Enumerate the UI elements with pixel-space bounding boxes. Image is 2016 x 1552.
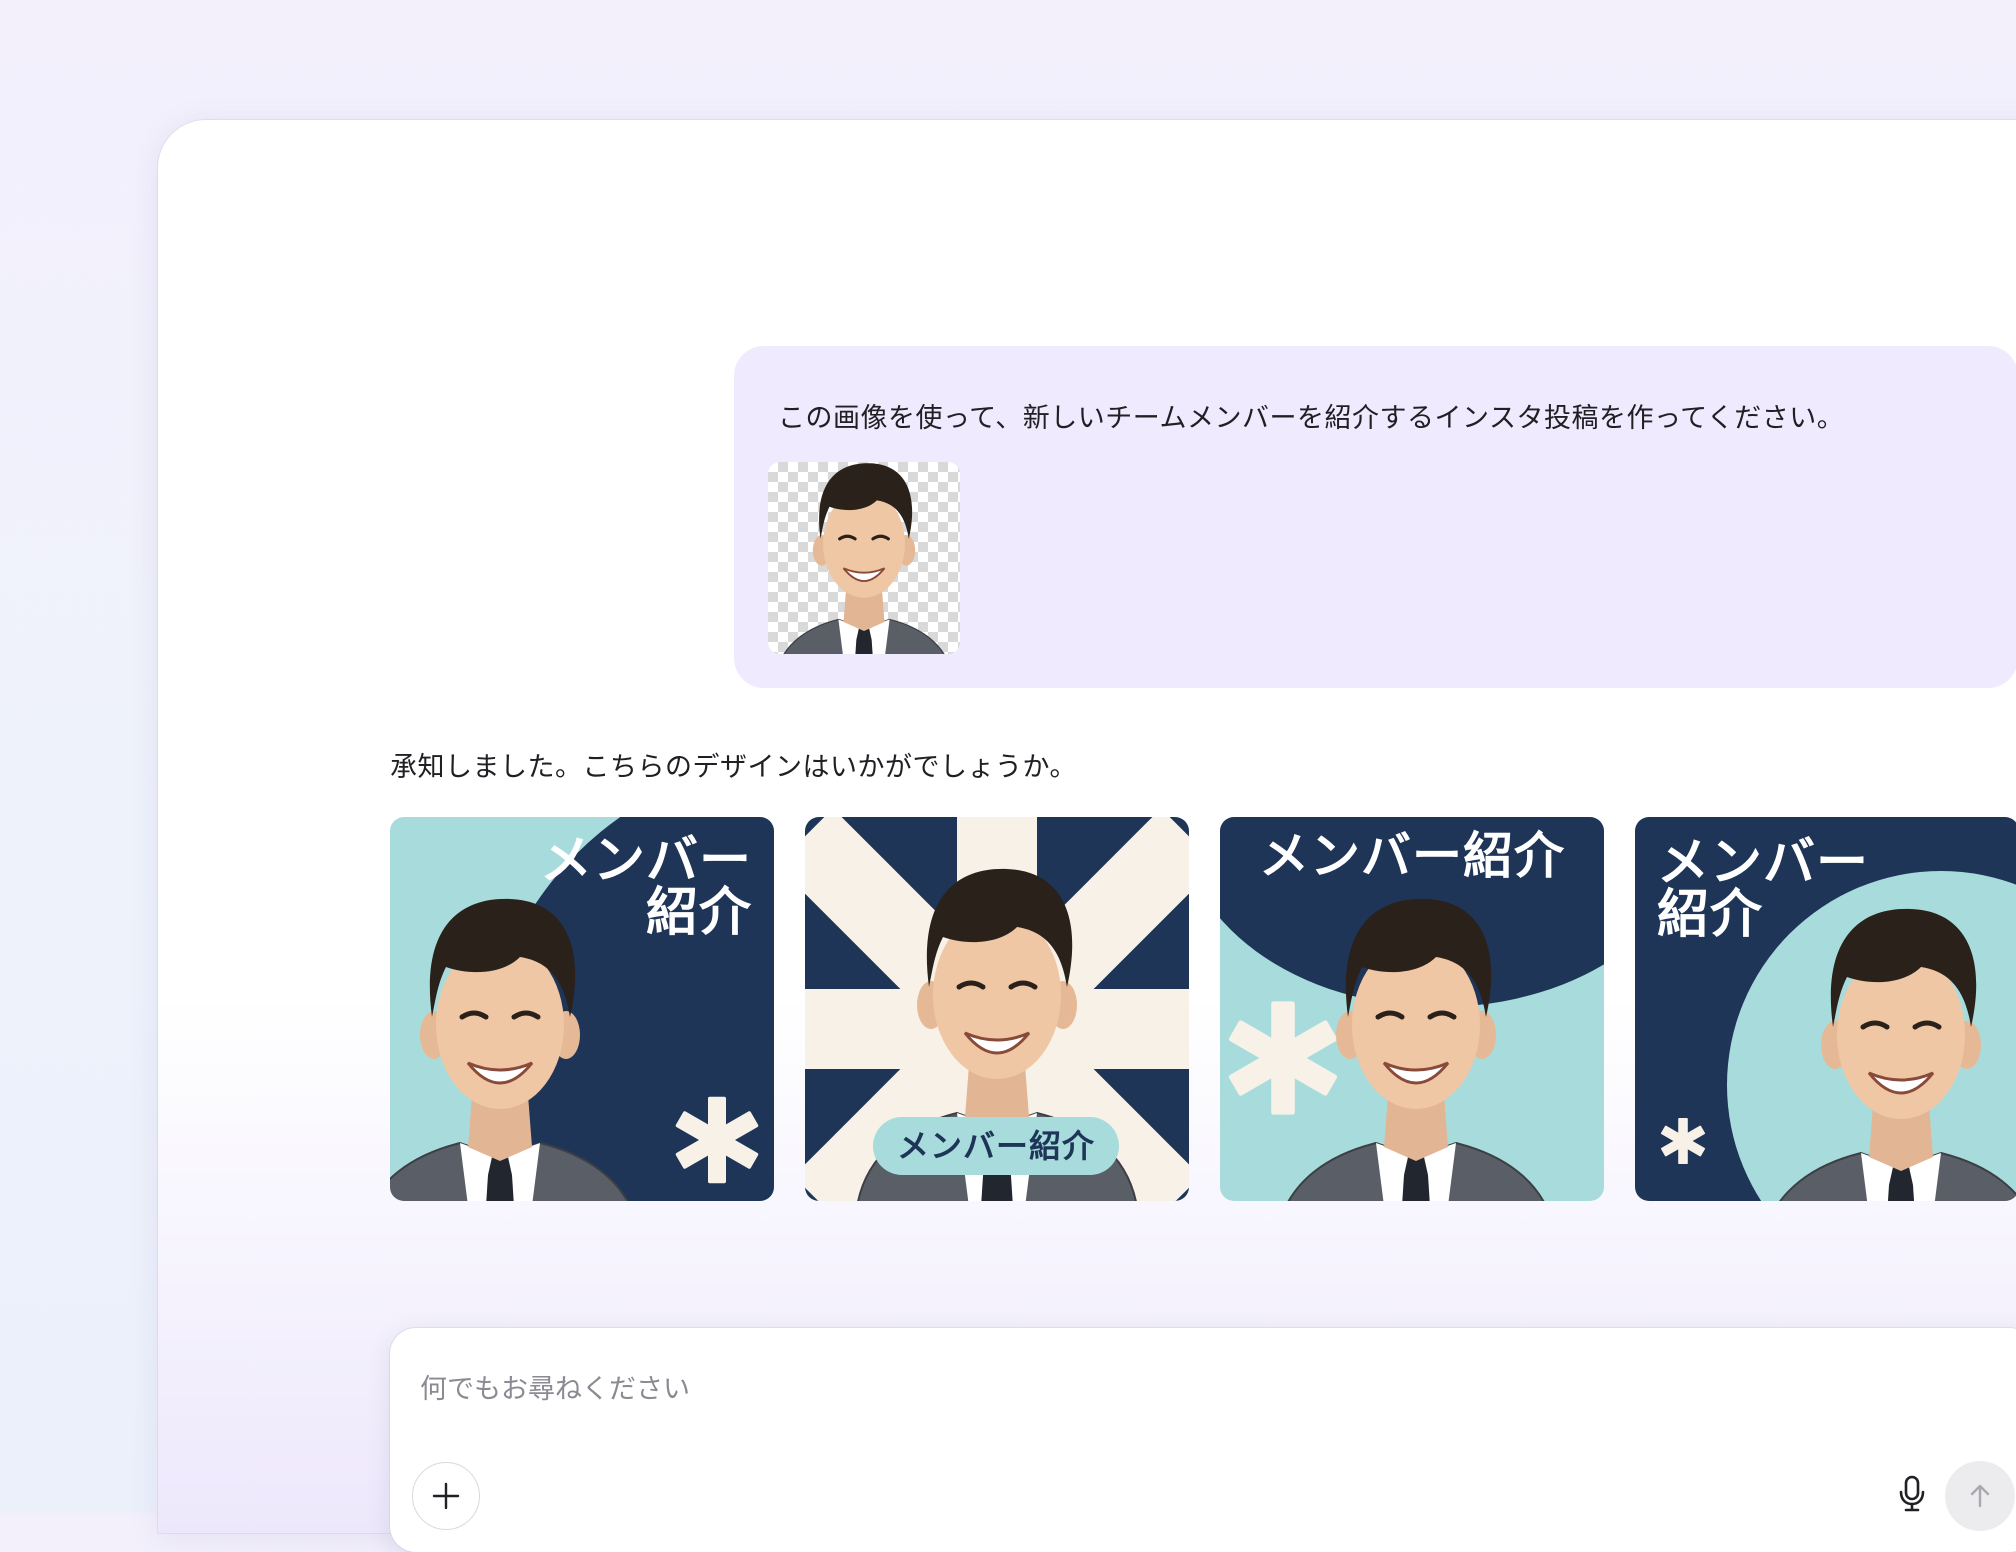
user-message-text: この画像を使って、新しいチームメンバーを紹介するインスタ投稿を作ってください。 [778,403,1845,434]
message-composer [390,1328,2016,1552]
design-option-3[interactable]: メンバー紹介 [1220,817,1604,1201]
design-3-title: メンバー紹介 [1259,827,1565,885]
person-photo [772,462,956,654]
design-2-title-pill: メンバー紹介 [873,1117,1119,1175]
voice-input-button[interactable] [1886,1468,1938,1520]
message-input[interactable] [418,1368,1822,1410]
design-option-4[interactable]: メンバー 紹介 [1635,817,2016,1201]
design-option-1[interactable]: メンバー 紹介 [390,817,774,1201]
arrow-up-icon [1970,1484,1990,1508]
user-message-bubble: この画像を使って、新しいチームメンバーを紹介するインスタ投稿を作ってください。 [734,346,2016,688]
microphone-icon [1899,1475,1925,1512]
design-1-title: メンバー 紹介 [539,831,752,943]
assistant-message-text: 承知しました。こちらのデザインはいかがでしょうか。 [390,752,1077,783]
send-button[interactable] [1945,1461,2015,1531]
plus-icon [432,1482,460,1510]
add-attachment-button[interactable] [412,1462,480,1530]
design-4-title: メンバー 紹介 [1657,833,1870,945]
chat-window: この画像を使って、新しいチームメンバーを紹介するインスタ投稿を作ってください。 … [158,120,2016,1552]
design-option-2[interactable]: メンバー紹介 [805,817,1189,1201]
attached-image-thumbnail[interactable] [768,462,960,654]
